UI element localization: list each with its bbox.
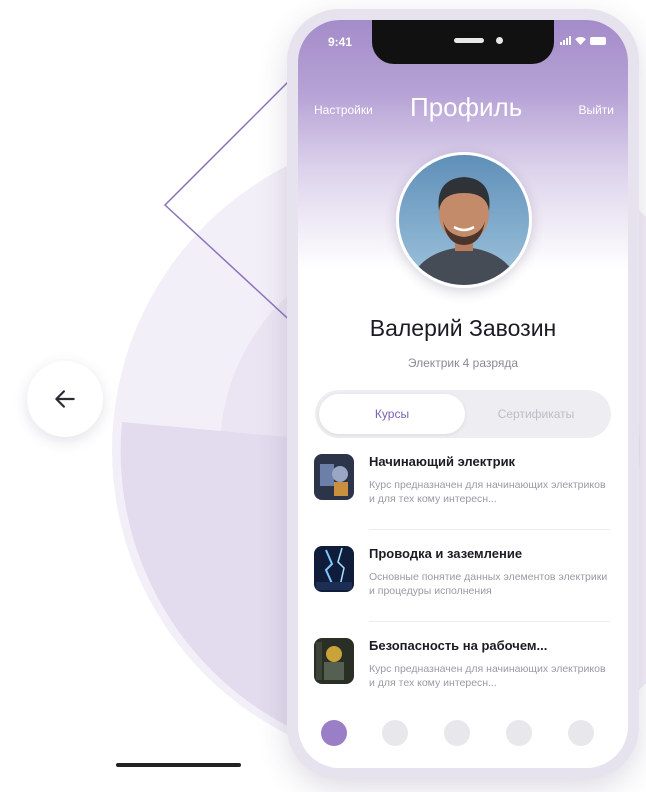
camera	[496, 37, 503, 44]
home-indicator	[116, 763, 241, 767]
avatar[interactable]	[396, 152, 532, 288]
course-list: Начинающий электрик Курс предназначен дл…	[314, 450, 610, 726]
tab-bar-item-4[interactable]	[506, 720, 532, 746]
phone-screen: 9:41 Настройки Профиль Выйти Валерий Зав…	[298, 20, 628, 768]
tab-switcher: Курсы Сертификаты	[315, 390, 611, 438]
status-icons	[560, 36, 606, 45]
tab-courses[interactable]: Курсы	[319, 394, 465, 434]
course-title: Безопасность на рабочем...	[369, 638, 548, 653]
notch	[372, 20, 554, 64]
divider	[369, 529, 610, 530]
speaker	[454, 38, 484, 43]
bottom-tab-bar	[298, 698, 628, 768]
logout-link[interactable]: Выйти	[578, 103, 614, 117]
divider	[369, 621, 610, 622]
course-title: Начинающий электрик	[369, 454, 516, 469]
back-button[interactable]	[27, 361, 103, 437]
course-description: Курс предназначен для начинающих электри…	[369, 663, 606, 689]
course-item[interactable]: Начинающий электрик Курс предназначен дл…	[314, 450, 610, 542]
course-title: Проводка и заземление	[369, 546, 523, 561]
page-title: Профиль	[410, 92, 523, 122]
signal-icon	[560, 36, 571, 45]
tab-bar-item-2[interactable]	[382, 720, 408, 746]
tab-certificates[interactable]: Сертификаты	[465, 394, 607, 434]
battery-icon	[590, 37, 606, 45]
settings-link[interactable]: Настройки	[314, 103, 373, 117]
status-time: 9:41	[328, 35, 353, 49]
profile-name: Валерий Завозин	[369, 315, 557, 341]
course-thumbnail	[314, 546, 354, 592]
course-thumbnail	[314, 454, 354, 500]
course-item[interactable]: Проводка и заземление Основные понятие д…	[314, 542, 610, 634]
course-description: Курс предназначен для начинающих электри…	[369, 479, 606, 505]
avatar-photo	[399, 155, 529, 285]
tab-bar-item-3[interactable]	[444, 720, 470, 746]
wifi-icon	[575, 37, 586, 45]
arrow-left-icon	[55, 390, 75, 408]
course-description: Основные понятие данных элементов электр…	[369, 571, 608, 597]
phone-frame: 9:41 Настройки Профиль Выйти Валерий Зав…	[287, 9, 639, 779]
tab-bar-item-1[interactable]	[321, 720, 347, 746]
course-thumbnail	[314, 638, 354, 684]
tab-bar-item-5[interactable]	[568, 720, 594, 746]
profile-role: Электрик 4 разряда	[407, 356, 519, 370]
